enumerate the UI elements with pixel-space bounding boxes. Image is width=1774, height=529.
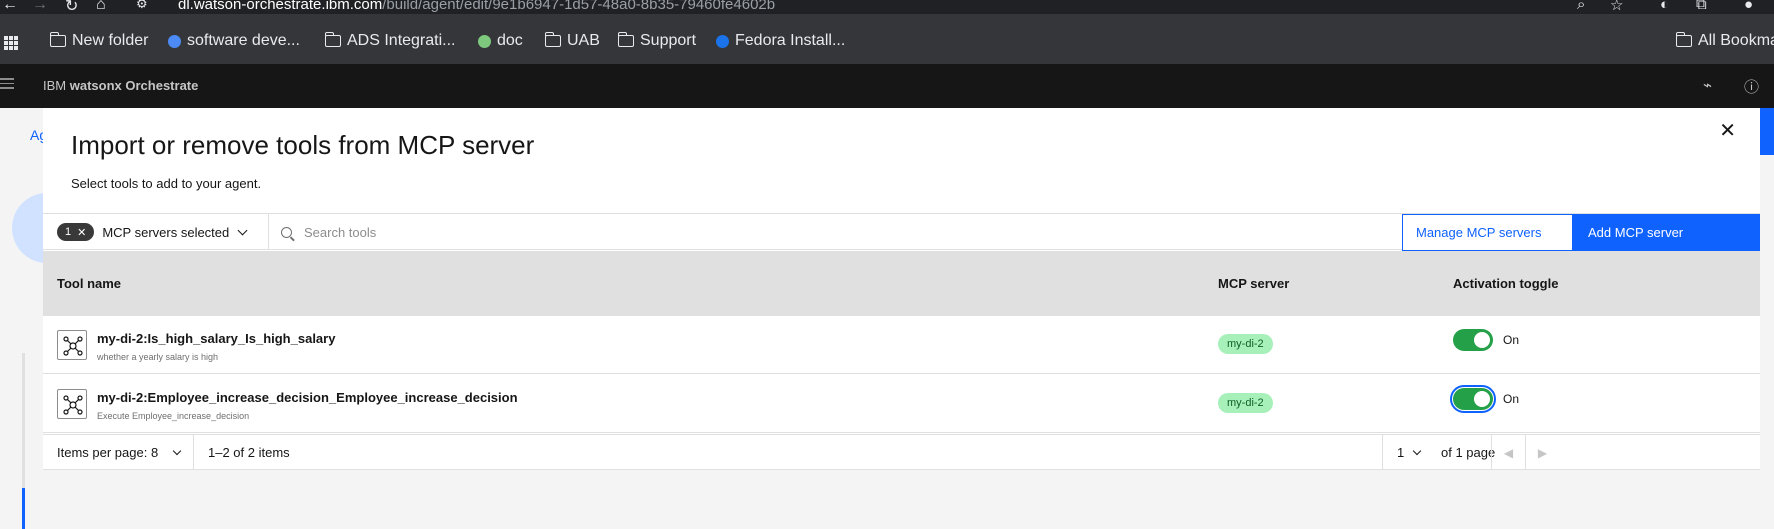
column-mcp-server: MCP server bbox=[1218, 276, 1290, 291]
app-header: IBM watsonx Orchestrate ⌁ ⓘ bbox=[0, 64, 1774, 108]
search-input[interactable] bbox=[304, 224, 1204, 240]
extensions-puzzle-icon[interactable]: ⧉ bbox=[1696, 0, 1707, 13]
extension-icon[interactable]: ◐ bbox=[1660, 0, 1669, 13]
mcp-tool-icon bbox=[57, 389, 87, 419]
globe-icon bbox=[168, 34, 181, 48]
help-icon[interactable]: ⓘ bbox=[1744, 76, 1759, 97]
bookmark-fedora-install[interactable]: Fedora Install... bbox=[716, 32, 845, 50]
modal-footer-area bbox=[43, 470, 1760, 529]
modal-title: Import or remove tools from MCP server bbox=[71, 130, 535, 160]
bookmark-new-folder[interactable]: New folder bbox=[49, 32, 148, 50]
table-toolbar: 1✕ MCP servers selected Manage MCP serve… bbox=[43, 213, 1760, 251]
folder-icon bbox=[1675, 32, 1692, 47]
items-per-page-select[interactable]: 8 bbox=[151, 435, 182, 470]
app-title: IBM watsonx Orchestrate bbox=[43, 78, 199, 93]
address-bar[interactable]: dl.watson-orchestrate.ibm.com/build/agen… bbox=[178, 0, 775, 13]
manage-mcp-servers-button[interactable]: Manage MCP servers bbox=[1402, 214, 1573, 251]
chevron-down-icon bbox=[172, 446, 182, 456]
bookmark-ads-integration[interactable]: ADS Integrati... bbox=[324, 32, 456, 50]
toggle-label: On bbox=[1503, 392, 1520, 406]
apps-grid-icon[interactable] bbox=[4, 36, 18, 50]
browser-url-bar: ← → ↻ ⌂ ⚙ dl.watson-orchestrate.ibm.com/… bbox=[0, 0, 1774, 15]
import-tools-modal: Import or remove tools from MCP server S… bbox=[43, 108, 1760, 529]
table-row: my-di-2:Employee_increase_decision_Emplo… bbox=[43, 375, 1760, 433]
underlay-button bbox=[1759, 108, 1774, 155]
doc-icon bbox=[478, 34, 491, 48]
search-box[interactable] bbox=[269, 214, 1399, 250]
bookmark-star-icon[interactable]: ☆ bbox=[1610, 0, 1623, 14]
site-settings-icon[interactable]: ⚙ bbox=[136, 0, 148, 12]
back-icon[interactable]: ← bbox=[2, 0, 18, 14]
page-count: of 1 page bbox=[1441, 445, 1496, 460]
selected-count-tag[interactable]: 1 ✕ bbox=[57, 223, 95, 241]
search-icon bbox=[281, 226, 292, 238]
modal-subtitle: Select tools to add to your agent. bbox=[71, 176, 262, 191]
folder-icon bbox=[544, 32, 561, 47]
bookmark-support[interactable]: Support bbox=[617, 32, 696, 50]
add-mcp-server-button[interactable]: Add MCP server bbox=[1573, 214, 1760, 251]
next-page-button[interactable]: ▶ bbox=[1525, 435, 1559, 470]
pagination: Items per page: 8 1–2 of 2 items 1 of 1 … bbox=[43, 434, 1760, 470]
folder-icon bbox=[49, 32, 66, 47]
profile-avatar[interactable]: ● bbox=[1744, 0, 1753, 13]
column-activation-toggle: Activation toggle bbox=[1453, 276, 1559, 291]
items-per-page-label: Items per page: bbox=[57, 445, 148, 460]
bookmark-doc[interactable]: doc bbox=[478, 32, 523, 50]
activation-toggle[interactable] bbox=[1450, 385, 1496, 413]
bookmarks-bar: New folder software deve... ADS Integrat… bbox=[0, 14, 1774, 64]
tool-name: my-di-2:Employee_increase_decision_Emplo… bbox=[97, 390, 518, 405]
underlay-rail-active bbox=[22, 488, 25, 529]
forward-icon[interactable]: → bbox=[32, 0, 48, 14]
mcp-server-tag: my-di-2 bbox=[1218, 334, 1273, 354]
folder-icon bbox=[324, 32, 341, 47]
folder-icon bbox=[617, 32, 634, 47]
previous-page-button[interactable]: ◀ bbox=[1491, 435, 1525, 470]
home-icon[interactable]: ⌂ bbox=[96, 0, 106, 14]
tool-description: Execute Employee_increase_decision bbox=[97, 411, 250, 421]
zoom-icon[interactable]: ⌕ bbox=[1577, 0, 1585, 13]
table-row: my-di-2:Is_high_salary_Is_high_salary wh… bbox=[43, 316, 1760, 374]
column-tool-name: Tool name bbox=[57, 276, 122, 291]
bookmark-software-dev[interactable]: software deve... bbox=[168, 32, 300, 50]
tool-name: my-di-2:Is_high_salary_Is_high_salary bbox=[97, 331, 336, 346]
chevron-down-icon bbox=[1412, 446, 1422, 456]
bookmark-uab[interactable]: UAB bbox=[544, 32, 600, 50]
hamburger-menu-icon[interactable] bbox=[0, 78, 14, 92]
activation-toggle[interactable] bbox=[1453, 329, 1493, 351]
cloud-icon bbox=[716, 34, 729, 48]
all-bookmarks[interactable]: All Bookma bbox=[1675, 32, 1774, 50]
chat-icon[interactable]: ⌁ bbox=[1703, 76, 1712, 94]
mcp-server-tag: my-di-2 bbox=[1218, 393, 1273, 413]
caret-left-icon: ◀ bbox=[1503, 445, 1514, 460]
clear-filter-icon[interactable]: ✕ bbox=[77, 226, 86, 239]
filter-label: MCP servers selected bbox=[102, 224, 230, 240]
mcp-tool-icon bbox=[57, 330, 87, 360]
mcp-server-filter-dropdown[interactable]: 1 ✕ MCP servers selected bbox=[43, 214, 269, 250]
toggle-label: On bbox=[1503, 333, 1520, 347]
close-icon[interactable]: ✕ bbox=[1719, 118, 1736, 143]
chevron-down-icon bbox=[237, 225, 248, 235]
items-range: 1–2 of 2 items bbox=[193, 435, 290, 470]
tool-description: whether a yearly salary is high bbox=[97, 352, 219, 362]
table-header: Tool name MCP server Activation toggle bbox=[43, 251, 1760, 316]
caret-right-icon: ▶ bbox=[1537, 445, 1548, 460]
page-select[interactable]: 1 bbox=[1382, 435, 1422, 470]
